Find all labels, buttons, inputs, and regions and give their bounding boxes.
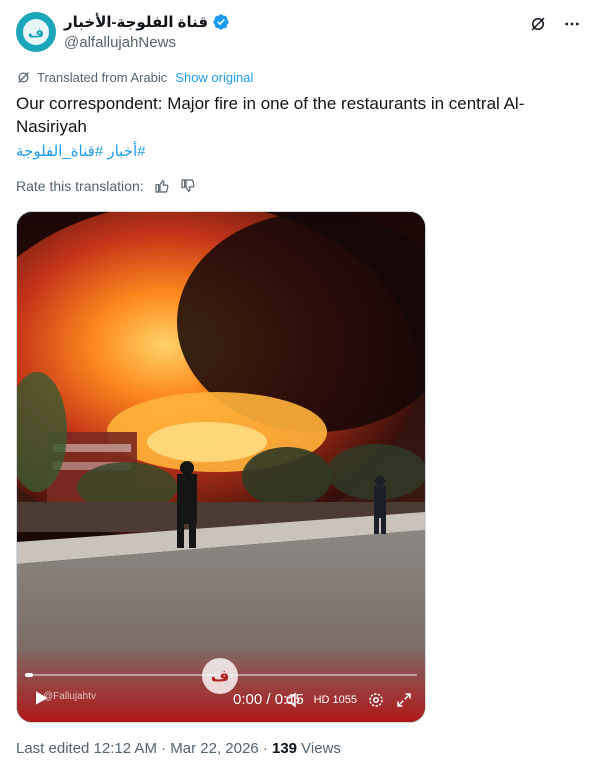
video-quality-label: HD 1055 xyxy=(313,694,357,706)
translation-notice: Translated from Arabic Show original xyxy=(16,70,253,85)
tweet-header: ف قناة الفلوجة-الأخبار @alfallujahNews xyxy=(16,12,582,54)
video-watermark: @Fallujahtv xyxy=(43,691,96,702)
rate-translation: Rate this translation: xyxy=(16,178,196,194)
avatar-logo: ف xyxy=(23,19,49,45)
views-label: Views xyxy=(297,740,341,757)
video-frame xyxy=(17,212,425,722)
display-name[interactable]: قناة الفلوجة-الأخبار xyxy=(64,13,208,31)
video-progress-fill xyxy=(25,673,33,677)
show-original-link[interactable]: Show original xyxy=(175,70,253,85)
author-block: قناة الفلوجة-الأخبار @alfallujahNews xyxy=(64,12,230,51)
more-options-icon[interactable] xyxy=(562,14,582,34)
channel-logo-watermark: ف xyxy=(202,658,238,694)
video-right-controls: HD 1055 xyxy=(284,690,413,710)
video-controls: @Fallujahtv ف 0:00 / 0:15 HD 1055 xyxy=(17,658,425,722)
rate-label: Rate this translation: xyxy=(16,178,144,194)
hashtags[interactable]: #أخبار #قناة_الفلوجة xyxy=(16,142,145,160)
fullscreen-icon[interactable] xyxy=(395,691,413,709)
thumbs-down-icon[interactable] xyxy=(180,178,196,194)
video-player[interactable]: @Fallujahtv ف 0:00 / 0:15 HD 1055 xyxy=(16,211,426,723)
avatar[interactable]: ف xyxy=(16,12,56,52)
grok-icon[interactable] xyxy=(528,14,548,34)
thumbs-up-icon[interactable] xyxy=(154,178,170,194)
translate-icon xyxy=(18,72,29,83)
edited-timestamp[interactable]: Last edited 12:12 AM · Mar 22, 2026 · xyxy=(16,740,272,757)
tweet-meta: Last edited 12:12 AM · Mar 22, 2026 · 13… xyxy=(16,740,341,757)
handle[interactable]: @alfallujahNews xyxy=(64,34,230,51)
tweet-text: Our correspondent: Major fire in one of … xyxy=(16,94,525,136)
views-count: 139 xyxy=(271,740,298,757)
tweet-actions xyxy=(528,14,582,34)
translated-label: Translated from Arabic xyxy=(37,70,168,85)
volume-icon[interactable] xyxy=(284,690,304,710)
verified-badge-icon xyxy=(213,14,229,30)
settings-gear-icon[interactable] xyxy=(367,691,385,709)
